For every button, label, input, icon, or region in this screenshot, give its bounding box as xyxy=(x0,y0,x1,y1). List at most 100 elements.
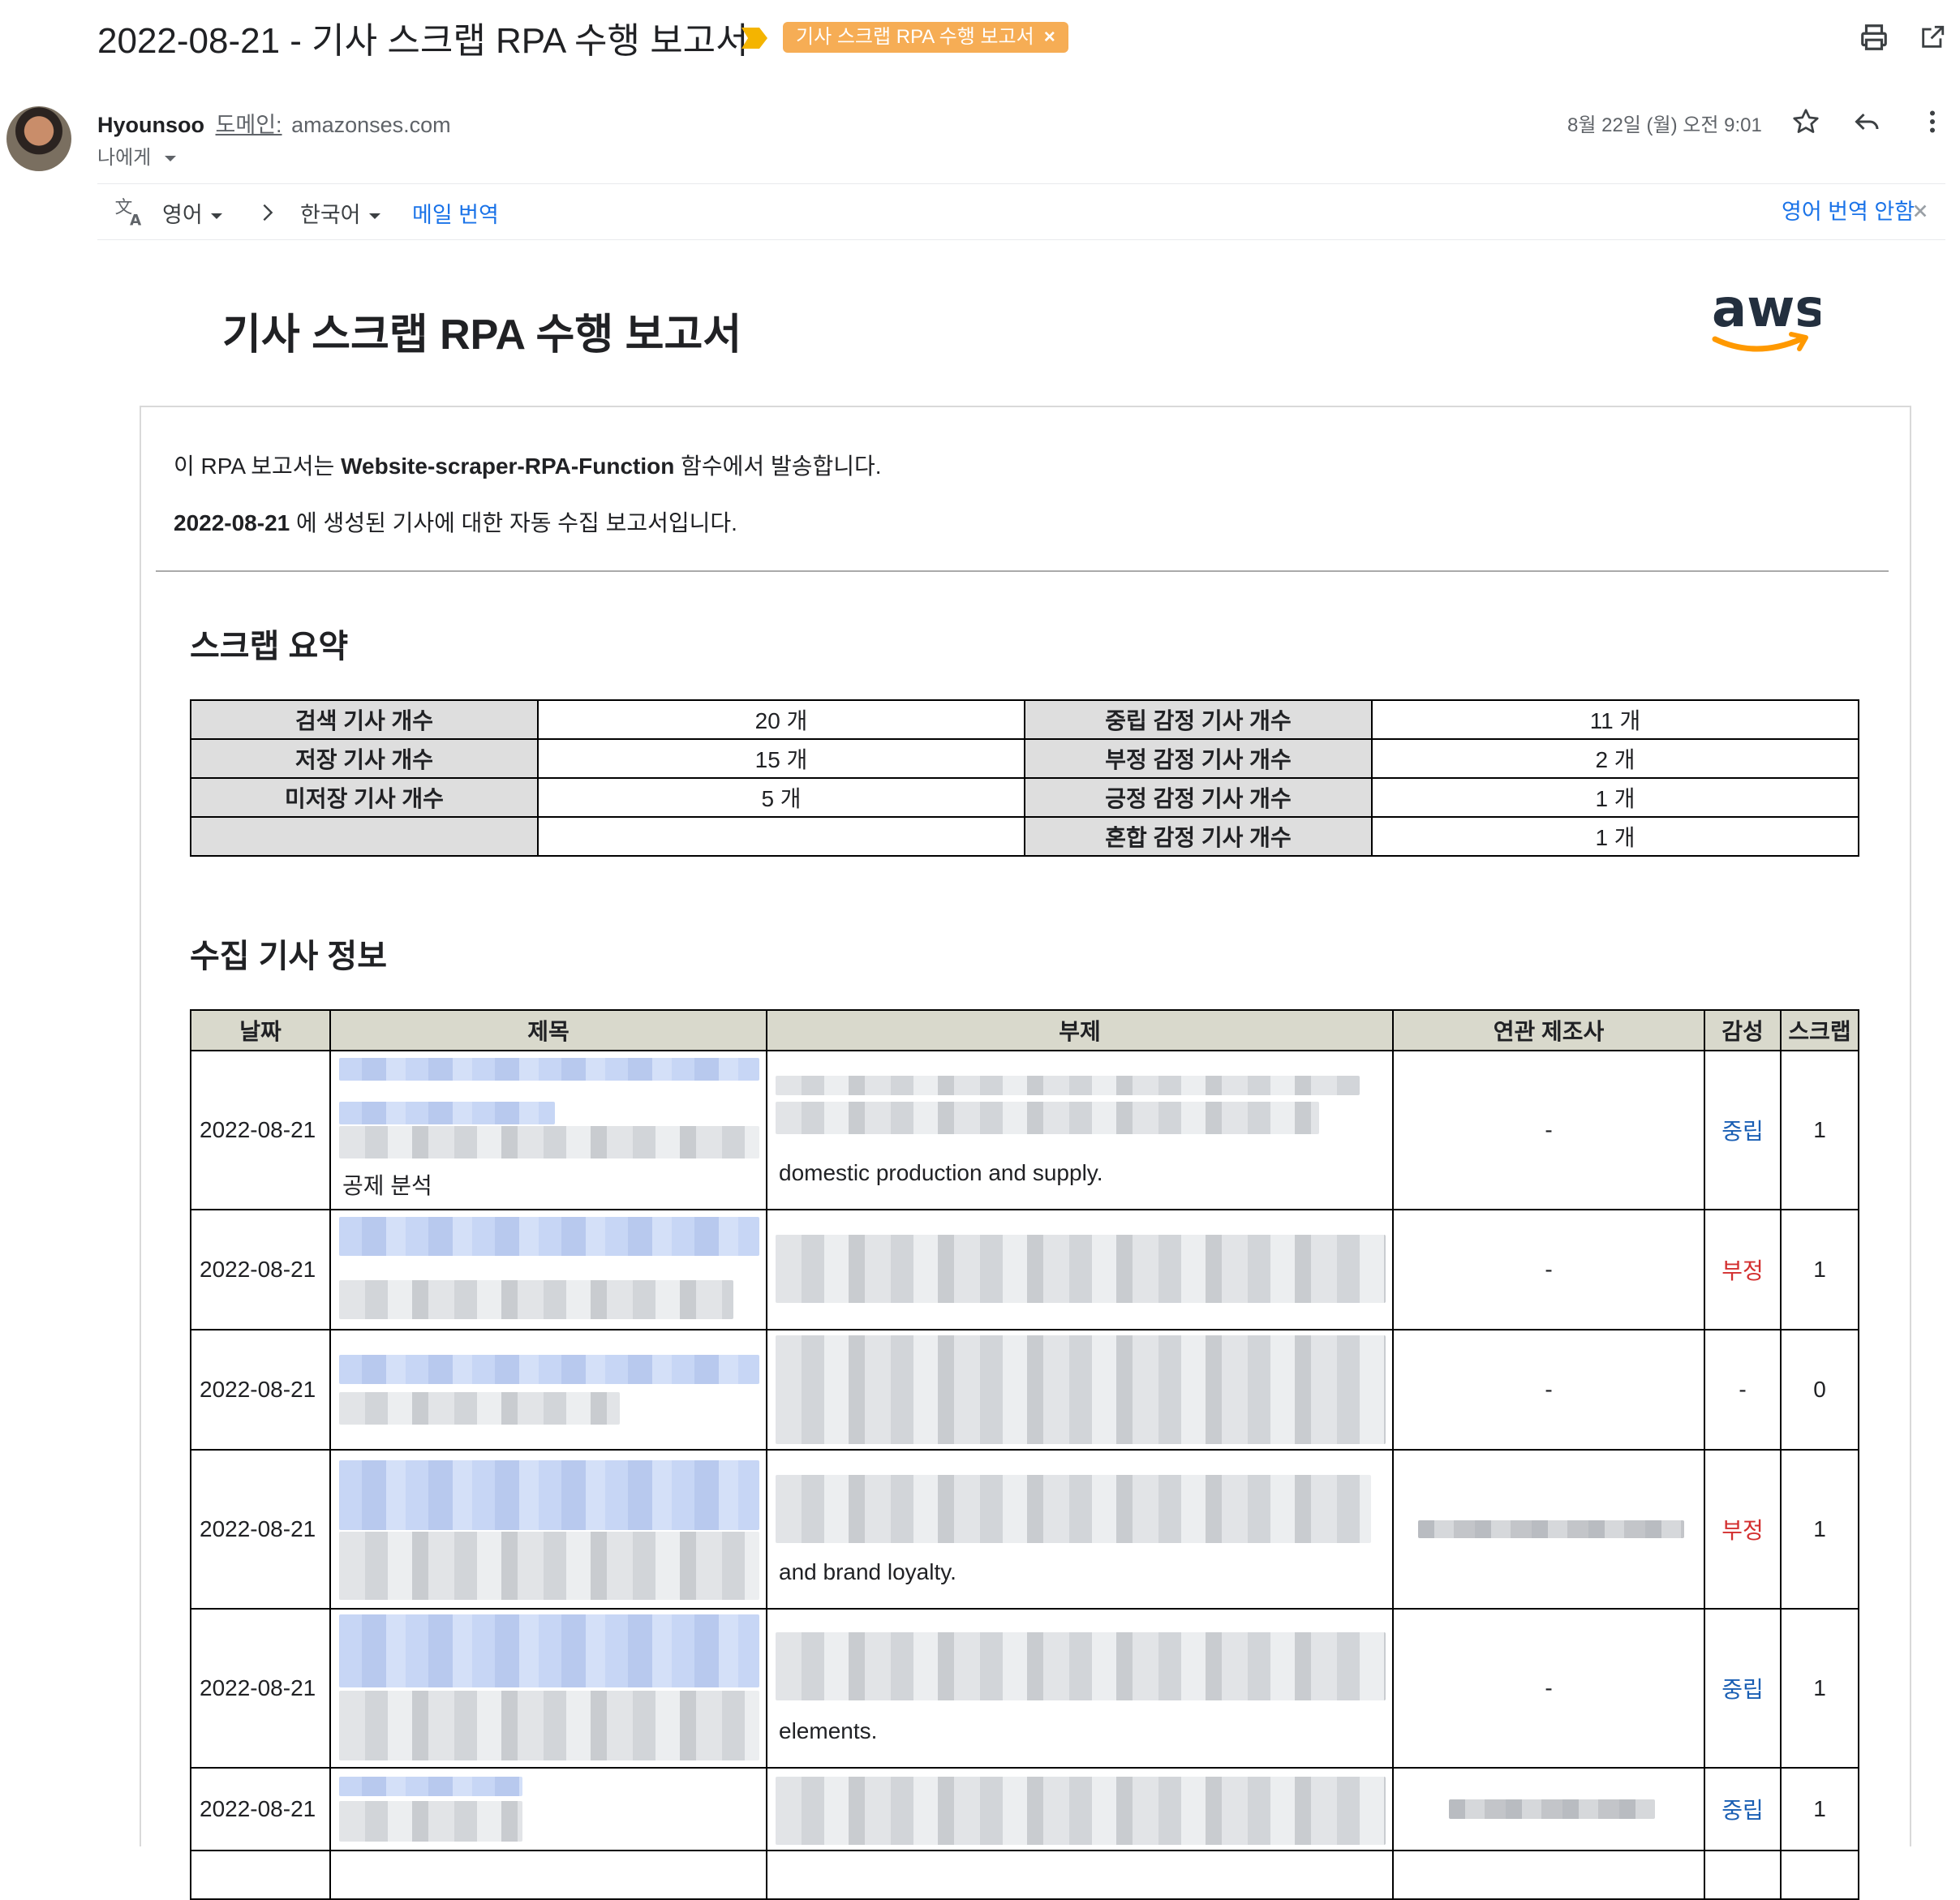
close-icon[interactable] xyxy=(1911,202,1929,220)
star-button[interactable] xyxy=(1782,97,1830,146)
more-options-button[interactable] xyxy=(1908,97,1957,146)
importance-marker-icon[interactable] xyxy=(740,26,769,50)
label-chip-close-button[interactable]: × xyxy=(1044,22,1055,53)
table-row: 2022-08-21 중립 1 xyxy=(190,1767,1859,1851)
row-scrap: 1 xyxy=(1780,1050,1859,1210)
redacted-title xyxy=(339,1126,759,1158)
row-subtitle-tail: and brand loyalty. xyxy=(779,1559,956,1584)
intro-line-1: 이 RPA 보고서는 Website-scraper-RPA-Function … xyxy=(174,449,882,481)
recipient-label: 나에게 xyxy=(97,147,152,169)
row-subtitle-cell xyxy=(766,1209,1394,1330)
source-language-label: 영어 xyxy=(162,203,203,227)
summary-value: 1 개 xyxy=(1371,777,1859,818)
redacted-title xyxy=(339,1217,759,1256)
source-language-dropdown[interactable]: 영어 xyxy=(162,197,222,229)
summary-key xyxy=(190,816,539,857)
sender-line: Hyounsoo 도메인: amazonses.com xyxy=(97,107,451,139)
chevron-down-icon xyxy=(368,213,380,220)
redacted-subtitle xyxy=(776,1076,1360,1095)
recipient-dropdown[interactable]: 나에게 xyxy=(97,141,176,170)
chevron-down-icon xyxy=(164,156,176,162)
row-scrap: 1 xyxy=(1780,1449,1859,1610)
summary-key: 긍정 감정 기사 개수 xyxy=(1024,777,1373,818)
label-chip[interactable]: 기사 스크랩 RPA 수행 보고서 × xyxy=(783,22,1068,53)
reply-button[interactable] xyxy=(1843,97,1892,146)
redacted-title xyxy=(339,1460,759,1530)
summary-value: 20 개 xyxy=(537,699,1025,740)
row-sentiment: 부정 xyxy=(1704,1449,1782,1610)
row-date: 2022-08-21 xyxy=(190,1767,331,1851)
row-scrap: 1 xyxy=(1780,1767,1859,1851)
row-maker: - xyxy=(1392,1050,1705,1210)
summary-value: 15 개 xyxy=(537,738,1025,779)
open-new-window-button[interactable] xyxy=(1908,13,1957,62)
row-date: 2022-08-21 xyxy=(190,1449,331,1610)
row-sentiment: 부정 xyxy=(1704,1209,1782,1330)
section-divider xyxy=(156,570,1889,572)
translate-message-link[interactable]: 메일 번역 xyxy=(412,197,499,229)
redacted-title xyxy=(339,1392,620,1425)
summary-heading: 스크랩 요약 xyxy=(190,629,349,664)
redacted-title xyxy=(339,1280,733,1319)
summary-row: 검색 기사 개수 20 개 중립 감정 기사 개수 11 개 xyxy=(190,699,1859,740)
table-row: 2022-08-21 and brand loyalty. 부정 1 xyxy=(190,1449,1859,1610)
redacted-subtitle xyxy=(776,1335,1386,1444)
aws-logo: aws xyxy=(1712,281,1820,352)
column-header-maker: 연관 제조사 xyxy=(1392,1009,1705,1051)
row-date: 2022-08-21 xyxy=(190,1329,331,1451)
row-sentiment: - xyxy=(1704,1329,1782,1451)
summary-value: 1 개 xyxy=(1371,816,1859,857)
row-subtitle-cell: domestic production and supply. xyxy=(766,1050,1394,1210)
row-title-cell[interactable] xyxy=(329,1608,767,1769)
articles-heading: 수집 기사 정보 xyxy=(190,939,388,974)
row-title-cell[interactable] xyxy=(329,1209,767,1330)
print-button[interactable] xyxy=(1850,13,1898,62)
row-title-cell[interactable] xyxy=(329,1329,767,1451)
sender-name[interactable]: Hyounsoo xyxy=(97,113,204,137)
summary-key: 혼합 감정 기사 개수 xyxy=(1024,816,1373,857)
row-title-cell[interactable]: 공제 분석 xyxy=(329,1050,767,1210)
redacted-subtitle xyxy=(776,1777,1386,1845)
articles-table: 날짜 제목 부제 연관 제조사 감성 스크랩 2022-08-21 공제 분석 … xyxy=(190,1009,1859,1900)
articles-header-row: 날짜 제목 부제 연관 제조사 감성 스크랩 xyxy=(190,1009,1859,1051)
report-title: 기사 스크랩 RPA 수행 보고서 xyxy=(222,312,742,359)
chevron-down-icon xyxy=(210,213,222,220)
intro-line-2: 2022-08-21 에 생성된 기사에 대한 자동 수집 보고서입니다. xyxy=(174,505,737,538)
summary-row: 혼합 감정 기사 개수 1 개 xyxy=(190,816,1859,857)
row-sentiment: 중립 xyxy=(1704,1767,1782,1851)
column-header-sentiment: 감성 xyxy=(1704,1009,1782,1051)
sender-avatar[interactable] xyxy=(6,106,71,171)
redacted-title xyxy=(339,1355,759,1384)
svg-text:A: A xyxy=(130,213,142,228)
intro-date: 2022-08-21 xyxy=(174,510,290,535)
row-scrap: 0 xyxy=(1780,1329,1859,1451)
summary-key: 부정 감정 기사 개수 xyxy=(1024,738,1373,779)
never-translate-link[interactable]: 영어 번역 안함 xyxy=(1782,194,1915,226)
row-scrap: 1 xyxy=(1780,1209,1859,1330)
star-icon xyxy=(1793,109,1819,133)
intro-date-suffix: 에 생성된 기사에 대한 자동 수집 보고서입니다. xyxy=(290,510,737,535)
email-date: 8월 22일 (월) 오전 9:01 xyxy=(1567,114,1762,136)
reply-icon xyxy=(1855,113,1879,131)
redacted-subtitle xyxy=(776,1475,1371,1543)
row-date: 2022-08-21 xyxy=(190,1608,331,1769)
table-row xyxy=(190,1850,1859,1900)
column-header-subtitle: 부제 xyxy=(766,1009,1394,1051)
row-title-cell[interactable] xyxy=(329,1767,767,1851)
redacted-title xyxy=(339,1777,522,1796)
target-language-dropdown[interactable]: 한국어 xyxy=(300,197,380,229)
open-new-window-icon xyxy=(1922,25,1945,48)
domain-value: amazonses.com xyxy=(291,113,451,137)
redacted-title xyxy=(339,1058,759,1081)
more-vert-icon xyxy=(1930,110,1935,133)
row-title-cell[interactable] xyxy=(329,1449,767,1610)
summary-table: 검색 기사 개수 20 개 중립 감정 기사 개수 11 개 저장 기사 개수 … xyxy=(190,699,1859,857)
summary-row: 저장 기사 개수 15 개 부정 감정 기사 개수 2 개 xyxy=(190,738,1859,779)
table-row: 2022-08-21 공제 분석 domestic production and… xyxy=(190,1050,1859,1210)
row-scrap: 1 xyxy=(1780,1608,1859,1769)
summary-value: 11 개 xyxy=(1371,699,1859,740)
column-header-title: 제목 xyxy=(329,1009,767,1051)
target-language-label: 한국어 xyxy=(300,203,361,227)
domain-label[interactable]: 도메인: xyxy=(216,113,282,137)
summary-row: 미저장 기사 개수 5 개 긍정 감정 기사 개수 1 개 xyxy=(190,777,1859,818)
